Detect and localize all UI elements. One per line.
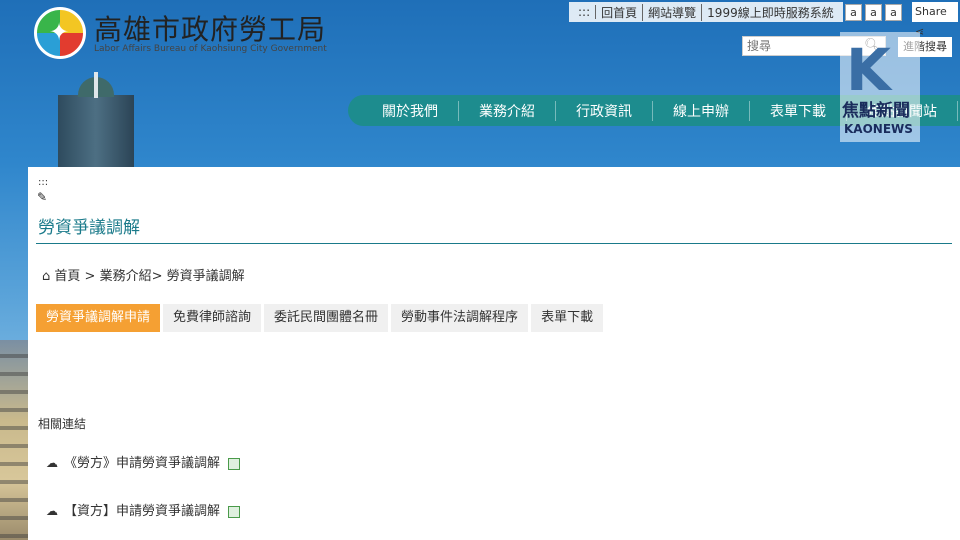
share-button[interactable]: Share ⋖ (912, 2, 958, 38)
tab-bar: 勞資爭議調解申請 免費律師諮詢 委託民間團體名冊 勞動事件法調解程序 表單下載 (36, 304, 606, 332)
breadcrumb-text[interactable]: 首頁 > 業務介紹> 勞資爭議調解 (54, 269, 244, 284)
external-link-icon (228, 505, 241, 518)
site-title[interactable]: 高雄市政府勞工局 (94, 8, 326, 48)
home-link[interactable]: 回首頁 (596, 3, 644, 21)
content-anchor[interactable]: ::: (38, 177, 48, 188)
nav-item-online-apply[interactable]: 線上申辦 (653, 100, 750, 121)
tab-forms[interactable]: 表單下載 (531, 304, 604, 332)
sitemap-link[interactable]: 網站導覽 (643, 3, 703, 21)
watermark-title: 焦點新聞 (842, 101, 910, 121)
home-icon[interactable]: ⌂ (42, 269, 50, 284)
accesskey-anchor[interactable]: ::: (573, 5, 597, 19)
tower-image (58, 77, 134, 170)
pencil-icon: ✎ (37, 190, 48, 204)
related-links-heading: 相關連結 (38, 417, 87, 431)
link-labor-apply-text[interactable]: 《勞方》申請勞資爭議調解 (64, 456, 220, 471)
breadcrumb: ⌂ 首頁 > 業務介紹> 勞資爭議調解 (42, 265, 245, 284)
external-link-icon (228, 457, 241, 470)
tab-mediation-apply[interactable]: 勞資爭議調解申請 (36, 304, 161, 332)
tab-ngo-list[interactable]: 委託民間團體名冊 (264, 304, 389, 332)
nav-item-admin-info[interactable]: 行政資訊 (556, 100, 653, 121)
service-1999-link[interactable]: 1999線上即時服務系統 (702, 4, 839, 21)
watermark-letter: K (846, 36, 891, 104)
top-links: ::: 回首頁 網站導覽 1999線上即時服務系統 (569, 2, 843, 22)
tab-labor-procedure[interactable]: 勞動事件法調解程序 (391, 304, 529, 332)
building-left-image (0, 340, 30, 540)
watermark-brand: KAONEWS (844, 122, 913, 136)
site-subtitle: Labor Affairs Bureau of Kaohsiung City G… (94, 44, 327, 54)
tab-free-lawyer[interactable]: 免費律師諮詢 (163, 304, 262, 332)
bureau-logo-icon[interactable]: ✦ (34, 7, 86, 59)
title-divider (36, 243, 952, 244)
link-employer-apply[interactable]: ☁ 【資方】申請勞資爭議調解 (46, 500, 241, 519)
cloud-download-icon: ☁ (46, 504, 58, 518)
font-medium-button[interactable]: a (865, 4, 882, 21)
kaonews-watermark: K 焦點新聞 KAONEWS (840, 32, 920, 142)
nav-item-business[interactable]: 業務介紹 (459, 100, 556, 121)
link-employer-apply-text[interactable]: 【資方】申請勞資爭議調解 (64, 504, 220, 519)
share-label: Share (915, 5, 947, 18)
font-large-button[interactable]: a (885, 4, 902, 21)
cloud-download-icon: ☁ (46, 456, 58, 470)
tower-spire (94, 72, 98, 98)
link-labor-apply[interactable]: ☁ 《勞方》申請勞資爭議調解 (46, 452, 241, 471)
page-title: 勞資爭議調解 (38, 218, 140, 238)
nav-item-forms[interactable]: 表單下載 (750, 100, 847, 121)
nav-item-about[interactable]: 關於我們 (348, 100, 459, 121)
font-small-button[interactable]: a (845, 4, 862, 21)
content-panel: ::: ✎ 勞資爭議調解 ⌂ 首頁 > 業務介紹> 勞資爭議調解 勞資爭議調解申… (28, 167, 960, 540)
